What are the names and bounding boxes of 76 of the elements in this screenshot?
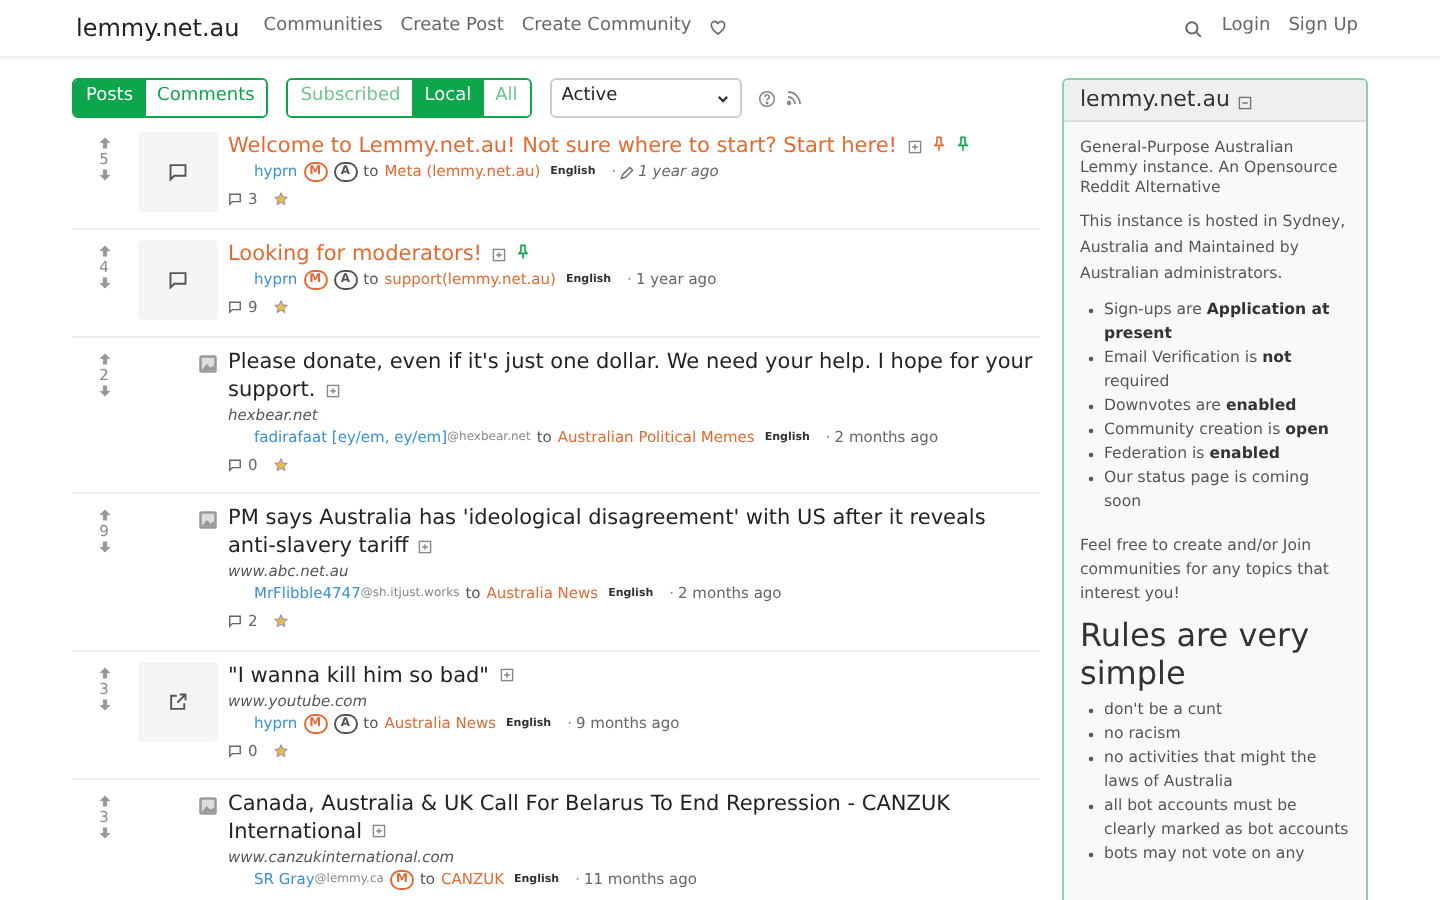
star-icon[interactable] xyxy=(273,300,288,315)
bullet-icon xyxy=(1088,452,1094,458)
pin-icon xyxy=(931,136,946,152)
star-icon[interactable] xyxy=(273,458,288,473)
post-thumbnail[interactable] xyxy=(138,132,218,212)
image-icon[interactable] xyxy=(198,354,218,374)
post-title[interactable]: Canada, Australia & UK Call For Belarus To End Repression - CANZUK International xyxy=(228,789,1040,846)
heart-icon[interactable] xyxy=(709,20,726,36)
search-icon[interactable] xyxy=(1183,19,1202,37)
site-logo[interactable]: lemmy.net.au xyxy=(76,10,240,46)
expand-icon[interactable] xyxy=(499,668,514,683)
image-icon[interactable] xyxy=(198,795,218,816)
sidebar-title: lemmy.net.au xyxy=(1080,83,1230,116)
downvote-icon[interactable] xyxy=(97,540,111,555)
downvote-icon[interactable] xyxy=(97,168,111,182)
nav-link[interactable]: Sign Up xyxy=(1288,14,1358,42)
rules-heading: Rules are very simple xyxy=(1080,616,1312,692)
upvote-icon[interactable] xyxy=(97,793,111,808)
post-title[interactable]: "I wanna kill him so bad" xyxy=(228,661,1040,689)
downvote-icon[interactable] xyxy=(97,825,111,840)
tab[interactable]: Posts xyxy=(74,80,146,116)
comment-icon xyxy=(228,300,242,315)
comment-icon xyxy=(228,192,242,207)
post-title[interactable]: Please donate, even if it's just one dollar. We need your help. I hope for your support. xyxy=(228,348,1040,404)
post-thumbnail[interactable] xyxy=(138,240,218,320)
bullet-icon xyxy=(1088,476,1094,482)
sort-value: Active xyxy=(561,84,618,111)
image-icon[interactable] xyxy=(198,510,218,531)
expand-icon[interactable] xyxy=(418,539,433,554)
comment-icon xyxy=(228,458,242,473)
post-title[interactable]: Looking for moderators! xyxy=(228,240,1040,268)
expand-icon[interactable] xyxy=(907,139,922,154)
post-title[interactable]: PM says Australia has 'ideological disagreement' with US after it reveals anti-slavery tariff xyxy=(228,504,1040,561)
star-icon[interactable] xyxy=(273,743,288,758)
bullet-icon xyxy=(1088,356,1094,362)
nav-link[interactable]: Create Post xyxy=(400,14,504,42)
post-thumbnail[interactable] xyxy=(138,661,218,741)
pin-icon xyxy=(955,136,970,152)
post-title[interactable]: Welcome to Lemmy.net.au! Not sure where to start? Start here! xyxy=(228,132,1040,160)
help-icon[interactable] xyxy=(757,89,776,107)
comment-icon xyxy=(228,614,242,629)
chevron-down-icon xyxy=(715,91,730,105)
downvote-icon[interactable] xyxy=(97,697,111,711)
bullet-icon xyxy=(1088,732,1094,738)
nav-link[interactable]: Create Community xyxy=(521,14,692,42)
expand-icon[interactable] xyxy=(372,824,387,839)
bullet-icon xyxy=(1088,708,1094,714)
upvote-icon[interactable] xyxy=(97,665,111,679)
bullet-icon xyxy=(1088,404,1094,410)
rss-icon[interactable] xyxy=(785,90,802,106)
comment-icon xyxy=(168,162,188,182)
upvote-icon[interactable] xyxy=(97,508,111,523)
comment-icon xyxy=(228,743,242,758)
pin-icon xyxy=(516,244,531,260)
nav-link[interactable]: Communities xyxy=(263,14,383,42)
star-icon[interactable] xyxy=(273,614,288,629)
nav-link[interactable]: Login xyxy=(1221,14,1271,42)
comment-icon xyxy=(168,270,188,290)
upvote-icon[interactable] xyxy=(97,136,111,150)
bullet-icon xyxy=(1088,804,1094,810)
bullet-icon xyxy=(1088,852,1094,858)
collapse-icon[interactable] xyxy=(1237,95,1252,109)
bullet-icon xyxy=(1088,308,1094,314)
downvote-icon[interactable] xyxy=(97,276,111,290)
tab[interactable]: Local xyxy=(412,80,484,116)
expand-icon[interactable] xyxy=(325,383,340,398)
upvote-icon[interactable] xyxy=(97,352,111,366)
bullet-icon xyxy=(1088,428,1094,434)
pencil-icon xyxy=(620,165,635,179)
star-icon[interactable] xyxy=(273,192,288,207)
external-link-icon xyxy=(168,691,188,711)
upvote-icon[interactable] xyxy=(97,244,111,258)
sort-dropdown[interactable]: Active xyxy=(549,78,742,118)
downvote-icon[interactable] xyxy=(97,384,111,398)
bullet-icon xyxy=(1088,756,1094,762)
expand-icon[interactable] xyxy=(492,247,507,262)
